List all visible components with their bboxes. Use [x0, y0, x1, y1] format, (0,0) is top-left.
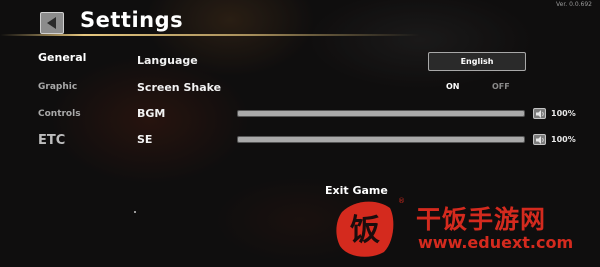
watermark-url: www.eduext.com: [418, 233, 574, 252]
screen-shake-on-button[interactable]: ON: [446, 82, 460, 91]
bgm-slider-fill: [238, 111, 524, 116]
bgm-slider[interactable]: [237, 110, 525, 117]
bgm-mute-button[interactable]: [533, 108, 546, 119]
exit-game-button[interactable]: Exit Game: [325, 184, 388, 197]
se-slider[interactable]: [237, 136, 525, 143]
screen-shake-off-button[interactable]: OFF: [492, 82, 510, 91]
speaker-icon: [536, 110, 544, 118]
tab-graphic[interactable]: Graphic: [38, 82, 77, 92]
registered-mark: ®: [398, 197, 405, 205]
watermark-chinese-text: 干饭手游网: [416, 205, 547, 234]
bgm-percent: 100%: [551, 109, 576, 118]
tab-controls[interactable]: Controls: [38, 109, 81, 119]
se-mute-button[interactable]: [533, 134, 546, 145]
triangle-left-icon: [47, 17, 56, 29]
decorative-dot: [134, 211, 136, 213]
page-title: Settings: [80, 8, 184, 32]
screen-shake-label: Screen Shake: [137, 81, 222, 94]
tab-general[interactable]: General: [38, 51, 86, 64]
language-dropdown[interactable]: English: [428, 52, 526, 71]
tab-etc[interactable]: ETC: [38, 133, 65, 148]
se-slider-fill: [238, 137, 524, 142]
bgm-label: BGM: [137, 107, 166, 120]
language-label: Language: [137, 54, 198, 67]
language-value: English: [460, 57, 494, 66]
se-percent: 100%: [551, 135, 576, 144]
watermark-logo-char: 饭: [350, 213, 380, 248]
version-label: Ver. 0.0.692: [556, 1, 592, 8]
header-underline: [0, 34, 420, 36]
watermark-logo-icon: 饭: [336, 201, 394, 257]
se-label: SE: [137, 133, 153, 146]
back-button[interactable]: [40, 12, 64, 34]
speaker-icon: [536, 136, 544, 144]
